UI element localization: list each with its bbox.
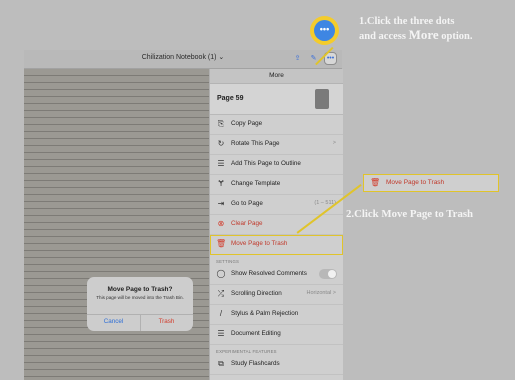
- page-thumbnail: [315, 89, 329, 109]
- page-label: Page 59: [217, 95, 244, 102]
- step1-line2: and access More option.: [359, 28, 473, 43]
- menu-item-show-resolved-comments[interactable]: ◯ Show Resolved Comments: [210, 265, 343, 285]
- menu-item-label: Copy Page: [231, 120, 263, 127]
- experimental-section-label: EXPERIMENTAL FEATURES: [216, 349, 277, 354]
- move-to-trash-dialog: Move Page to Trash? This page will be mo…: [87, 277, 193, 331]
- callout-box-label: Move Page to Trash: [386, 179, 445, 186]
- step1-pre: and access: [359, 31, 409, 42]
- template-icon: Ɏ: [218, 179, 224, 188]
- trash-button[interactable]: Trash: [140, 318, 193, 325]
- clear-icon: ⊗: [217, 219, 225, 228]
- rotate-icon: ↻: [217, 139, 225, 148]
- chevron-right-icon: >: [332, 140, 336, 146]
- menu-item-scrolling-direction[interactable]: ⤮ Scrolling Direction Horizontal >: [210, 285, 343, 305]
- scrolling-direction-value: Horizontal >: [306, 290, 336, 296]
- menu-item-label: Document Editing: [231, 330, 281, 337]
- menu-item-label: Add This Page to Outline: [231, 160, 301, 167]
- dialog-title: Move Page to Trash?: [107, 286, 173, 293]
- dialog-message: This page will be moved into the Trash B…: [96, 295, 184, 300]
- menu-item-move-to-trash[interactable]: 🗑 Move Page to Trash: [210, 235, 343, 255]
- menu-item-label: Rotate This Page: [231, 140, 280, 147]
- trash-icon: 🗑: [216, 239, 227, 248]
- cancel-button[interactable]: Cancel: [87, 318, 140, 325]
- menu-title: More: [269, 72, 284, 79]
- step1-callout: 1.Click the three dots and access More o…: [359, 15, 473, 43]
- stylus-icon: /: [219, 309, 223, 318]
- comment-icon: ◯: [216, 269, 226, 278]
- scroll-icon: ⤮: [217, 289, 225, 298]
- menu-item-change-template[interactable]: Ɏ Change Template: [210, 175, 343, 195]
- menu-item-add-to-outline[interactable]: ☰ Add This Page to Outline: [210, 155, 343, 175]
- menu-item-label: Study Flashcards: [231, 360, 280, 367]
- step2-callout: 2.Click Move Page to Trash: [346, 208, 474, 220]
- menu-item-stylus-palm-rejection[interactable]: / Stylus & Palm Rejection: [210, 305, 343, 325]
- title-bar: Chilization Notebook (1) ⌄ ⇪ ✎ •••: [24, 50, 342, 69]
- menu-item-label: Scrolling Direction: [231, 290, 282, 297]
- menu-item-label: Go to Page: [231, 200, 263, 207]
- menu-item-copy-page[interactable]: ⎘ Copy Page: [210, 115, 343, 135]
- menu-item-document-editing[interactable]: ☰ Document Editing: [210, 325, 343, 345]
- trash-icon: 🗑: [370, 178, 381, 187]
- move-to-trash-callout-box: 🗑 Move Page to Trash: [363, 174, 499, 192]
- more-menu: More Page 59 ⎘ Copy Page ↻ Rotate This P…: [209, 69, 343, 380]
- menu-item-label: Clear Page: [231, 220, 263, 227]
- more-dots-icon: •••: [314, 20, 335, 41]
- copy-icon: ⎘: [217, 119, 225, 128]
- menu-item-rotate-page[interactable]: ↻ Rotate This Page >: [210, 135, 343, 155]
- menu-header: More: [210, 69, 343, 84]
- flashcards-icon: ⧉: [218, 359, 224, 368]
- menu-item-label: Stylus & Palm Rejection: [231, 310, 299, 317]
- resolved-comments-toggle[interactable]: [319, 269, 337, 279]
- menu-item-label: Move Page to Trash: [231, 240, 288, 247]
- goto-icon: ⇥: [217, 199, 225, 208]
- editing-icon: ☰: [217, 329, 225, 338]
- step1-post: option.: [438, 31, 473, 42]
- page-info-row: Page 59: [210, 84, 343, 115]
- step1-more-word: More: [408, 27, 439, 42]
- menu-item-label: Show Resolved Comments: [231, 270, 307, 277]
- menu-item-study-flashcards[interactable]: ⧉ Study Flashcards: [210, 355, 343, 375]
- export-icon[interactable]: ⇪: [292, 53, 303, 64]
- menu-item-label: Change Template: [231, 180, 281, 187]
- menu-item-clear-page[interactable]: ⊗ Clear Page: [210, 215, 343, 235]
- settings-section-label: SETTINGS: [216, 259, 240, 264]
- outline-icon: ☰: [217, 159, 225, 168]
